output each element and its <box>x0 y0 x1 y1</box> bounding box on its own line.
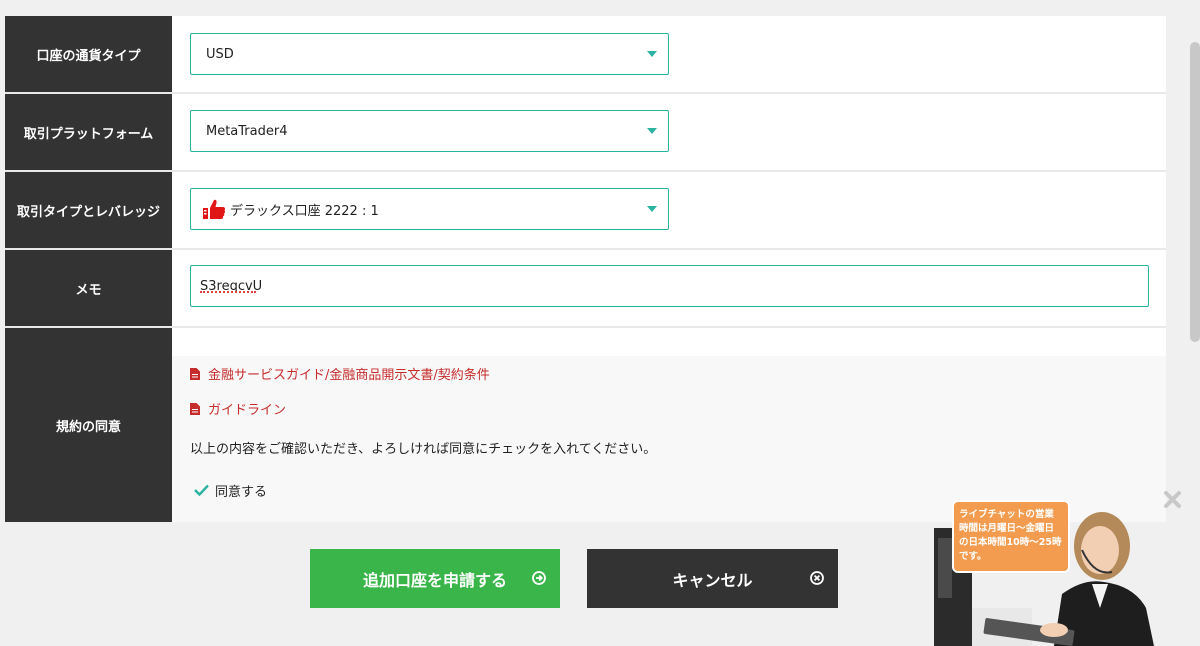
chat-close-icon[interactable] <box>1163 490 1182 509</box>
financial-guide-link[interactable]: 金融サービスガイド/金融商品開示文書/契約条件 <box>190 356 1148 391</box>
apply-account-button[interactable]: 追加口座を申請する <box>310 549 560 608</box>
platform-label: 取引プラットフォーム <box>5 94 172 170</box>
chevron-down-icon <box>647 128 657 134</box>
agreement-row: 規約の同意 金融サービスガイド/金融商品開示文書/契約条件 ガイドライン 以上の… <box>5 328 1166 522</box>
leverage-select[interactable]: デラックス口座 2222 : 1 <box>190 188 669 230</box>
financial-guide-link-label: 金融サービスガイド/金融商品開示文書/契約条件 <box>208 368 490 383</box>
agreement-label: 規約の同意 <box>5 328 172 522</box>
cancel-button[interactable]: キャンセル <box>587 549 838 608</box>
memo-input[interactable] <box>190 265 1149 307</box>
thumbs-up-icon <box>203 199 226 219</box>
leverage-value: デラックス口座 2222 : 1 <box>230 203 379 219</box>
spellcheck-underline <box>200 291 256 293</box>
platform-row: 取引プラットフォーム MetaTrader4 <box>5 94 1166 172</box>
memo-label: メモ <box>5 250 172 326</box>
close-circle-icon <box>810 571 824 585</box>
document-icon <box>190 402 200 415</box>
live-chat-widget[interactable]: ライブチャットの営業時間は月曜日〜金曜日の日本時間10時〜25時です。 <box>934 498 1154 646</box>
agree-checkbox-label: 同意する <box>215 484 268 500</box>
platform-cell: MetaTrader4 <box>172 94 1166 170</box>
chat-hours-bubble: ライブチャットの営業時間は月曜日〜金曜日の日本時間10時〜25時です。 <box>952 500 1070 573</box>
leverage-label: 取引タイプとレバレッジ <box>5 172 172 248</box>
currency-value: USD <box>206 46 234 62</box>
currency-select[interactable]: USD <box>190 33 669 75</box>
apply-account-button-label: 追加口座を申請する <box>362 570 507 590</box>
memo-row: メモ <box>5 250 1166 328</box>
leverage-row: 取引タイプとレバレッジ デラックス口座 2222 : 1 <box>5 172 1166 250</box>
chevron-down-icon <box>647 51 657 57</box>
platform-value: MetaTrader4 <box>206 123 288 139</box>
scrollbar[interactable] <box>1190 42 1200 342</box>
chevron-down-icon <box>647 206 657 212</box>
currency-cell: USD <box>172 16 1166 92</box>
leverage-cell: デラックス口座 2222 : 1 <box>172 172 1166 248</box>
memo-cell <box>172 250 1166 326</box>
platform-select[interactable]: MetaTrader4 <box>190 110 669 152</box>
guideline-link[interactable]: ガイドライン <box>190 391 1148 426</box>
arrow-circle-right-icon <box>532 571 546 585</box>
currency-label: 口座の通貨タイプ <box>5 16 172 92</box>
account-form: 口座の通貨タイプ USD 取引プラットフォーム MetaTrader4 取引タイ… <box>5 16 1166 522</box>
agreement-body: 金融サービスガイド/金融商品開示文書/契約条件 ガイドライン 以上の内容をご確認… <box>172 356 1166 510</box>
cancel-button-label: キャンセル <box>672 570 753 590</box>
currency-row: 口座の通貨タイプ USD <box>5 16 1166 94</box>
checkmark-icon <box>194 484 209 496</box>
agreement-note: 以上の内容をご確認いただき、よろしければ同意にチェックを入れてください。 <box>190 442 657 457</box>
guideline-link-label: ガイドライン <box>208 403 287 418</box>
agreement-cell: 金融サービスガイド/金融商品開示文書/契約条件 ガイドライン 以上の内容をご確認… <box>172 328 1166 522</box>
document-icon <box>190 367 200 380</box>
